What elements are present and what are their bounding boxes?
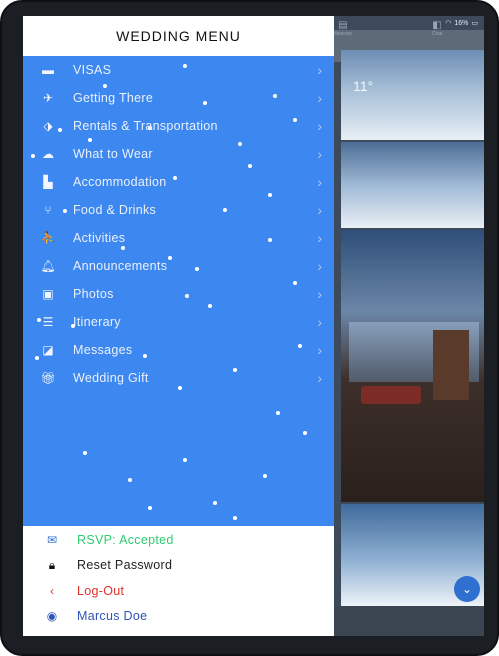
menu-list: ▬ VISAS › ✈ Getting There › ⬗ Rentals & … bbox=[23, 56, 334, 526]
chevron-right-icon: › bbox=[317, 342, 322, 358]
reset-password-button[interactable]: 🔒︎ Reset Password bbox=[23, 553, 334, 577]
menu-item-label: Announcements bbox=[73, 259, 168, 273]
chevron-right-icon: › bbox=[317, 286, 322, 302]
drawer-footer: ✉ RSVP: Accepted 🔒︎ Reset Password ‹ Log… bbox=[23, 526, 334, 636]
battery-icon: ▭ bbox=[471, 20, 478, 27]
chevron-right-icon: › bbox=[317, 258, 322, 274]
chevron-right-icon: › bbox=[317, 90, 322, 106]
menu-item-label: Getting There bbox=[73, 91, 154, 105]
temperature-readout: 11° bbox=[353, 78, 374, 94]
chat-icon: ◪ bbox=[42, 343, 54, 357]
snowflake bbox=[233, 516, 237, 520]
user-icon: ◉ bbox=[46, 609, 58, 623]
bed-icon: ▙ bbox=[43, 175, 53, 189]
side-drawer: WEDDING MENU ▬ VISAS › ✈ Getting There ›… bbox=[23, 16, 334, 636]
menu-item-activities[interactable]: ⛹ Activities › bbox=[23, 224, 334, 252]
snowflake bbox=[183, 458, 187, 462]
shelf-image bbox=[433, 330, 469, 400]
lock-icon: 🔒︎ bbox=[48, 557, 56, 572]
chevron-right-icon: › bbox=[317, 118, 322, 134]
snowflake bbox=[303, 431, 307, 435]
gift-icon: 🎁︎ bbox=[40, 371, 56, 385]
snowflake bbox=[263, 474, 267, 478]
menu-item-label: Rentals & Transportation bbox=[73, 119, 218, 133]
chevron-right-icon: › bbox=[317, 370, 322, 386]
menu-item-label: Wedding Gift bbox=[73, 371, 149, 385]
logout-button[interactable]: ‹ Log-Out bbox=[23, 579, 334, 603]
drawer-title: WEDDING MENU bbox=[23, 16, 334, 56]
menu-item-label: What to Wear bbox=[73, 147, 153, 161]
rsvp-status[interactable]: ✉ RSVP: Accepted bbox=[23, 528, 334, 552]
envelope-icon: ✉ bbox=[46, 533, 58, 547]
rsvp-label: RSVP: Accepted bbox=[77, 533, 174, 547]
user-name: Marcus Doe bbox=[77, 609, 148, 623]
snowflake bbox=[83, 451, 87, 455]
menu-item-label: Photos bbox=[73, 287, 114, 301]
chevron-right-icon: › bbox=[317, 146, 322, 162]
tag-icon: ⬗ bbox=[43, 119, 53, 133]
tab-chat-label: Chat bbox=[431, 31, 443, 37]
chat-tab-icon: ◧ bbox=[432, 20, 442, 31]
menu-item-what-to-wear[interactable]: ☁ What to Wear › bbox=[23, 140, 334, 168]
bell-icon: 🔔︎ bbox=[40, 259, 56, 273]
menu-item-itinerary[interactable]: ☰ Itinerary › bbox=[23, 308, 334, 336]
walking-icon: ⛹ bbox=[40, 231, 56, 245]
menu-item-label: Itinerary bbox=[73, 315, 121, 329]
menu-item-label: Messages bbox=[73, 343, 133, 357]
menu-item-accommodation[interactable]: ▙ Accommodation › bbox=[23, 168, 334, 196]
menu-item-label: Accommodation bbox=[73, 175, 167, 189]
tab-chat[interactable]: ◧ Chat bbox=[417, 20, 457, 37]
menu-item-photos[interactable]: ▣ Photos › bbox=[23, 280, 334, 308]
reset-password-label: Reset Password bbox=[77, 558, 173, 572]
tab-itinerary-label: Itinerary bbox=[333, 31, 353, 37]
chevron-right-icon: › bbox=[317, 174, 322, 190]
menu-item-label: VISAS bbox=[73, 63, 112, 77]
snow-landscape-card[interactable] bbox=[341, 142, 484, 228]
screen: ◠ 16% ▭ 11° ▤ Itinerary ◧ Chat ⌄ WEDDING… bbox=[23, 16, 484, 636]
tablet-device-frame: ◠ 16% ▭ 11° ▤ Itinerary ◧ Chat ⌄ WEDDING… bbox=[0, 0, 499, 656]
menu-item-messages[interactable]: ◪ Messages › bbox=[23, 336, 334, 364]
weather-card[interactable]: 11° bbox=[341, 50, 484, 140]
menu-item-label: Activities bbox=[73, 231, 126, 245]
snowflake bbox=[276, 411, 280, 415]
snowflake bbox=[213, 501, 217, 505]
chevron-right-icon: › bbox=[317, 314, 322, 330]
menu-item-visas[interactable]: ▬ VISAS › bbox=[23, 56, 334, 84]
chevron-left-icon: ‹ bbox=[50, 584, 54, 598]
menu-item-wedding-gift[interactable]: 🎁︎ Wedding Gift › bbox=[23, 364, 334, 392]
menu-item-food-drinks[interactable]: ⑂ Food & Drinks › bbox=[23, 196, 334, 224]
menu-item-getting-there[interactable]: ✈ Getting There › bbox=[23, 84, 334, 112]
cloud-icon: ☁ bbox=[42, 147, 54, 161]
snowflake bbox=[128, 478, 132, 482]
cutlery-icon: ⑂ bbox=[44, 203, 52, 217]
chevron-right-icon: › bbox=[317, 62, 322, 78]
user-profile[interactable]: ◉ Marcus Doe bbox=[23, 604, 334, 628]
scroll-down-button[interactable]: ⌄ bbox=[454, 576, 480, 602]
plane-icon: ✈ bbox=[42, 91, 54, 105]
menu-item-announcements[interactable]: 🔔︎ Announcements › bbox=[23, 252, 334, 280]
menu-item-rentals[interactable]: ⬗ Rentals & Transportation › bbox=[23, 112, 334, 140]
chevron-right-icon: › bbox=[317, 230, 322, 246]
lodge-interior-card[interactable] bbox=[341, 230, 484, 502]
photos-icon: ▣ bbox=[42, 287, 54, 301]
chevron-down-icon: ⌄ bbox=[461, 582, 473, 596]
logout-label: Log-Out bbox=[77, 584, 125, 598]
chevron-right-icon: › bbox=[317, 202, 322, 218]
sofa-image bbox=[361, 386, 421, 404]
card-icon: ▬ bbox=[42, 63, 54, 77]
background-tab-bar bbox=[333, 606, 484, 636]
list-icon: ☰ bbox=[42, 315, 54, 329]
snowflake bbox=[148, 506, 152, 510]
menu-item-label: Food & Drinks bbox=[73, 203, 157, 217]
